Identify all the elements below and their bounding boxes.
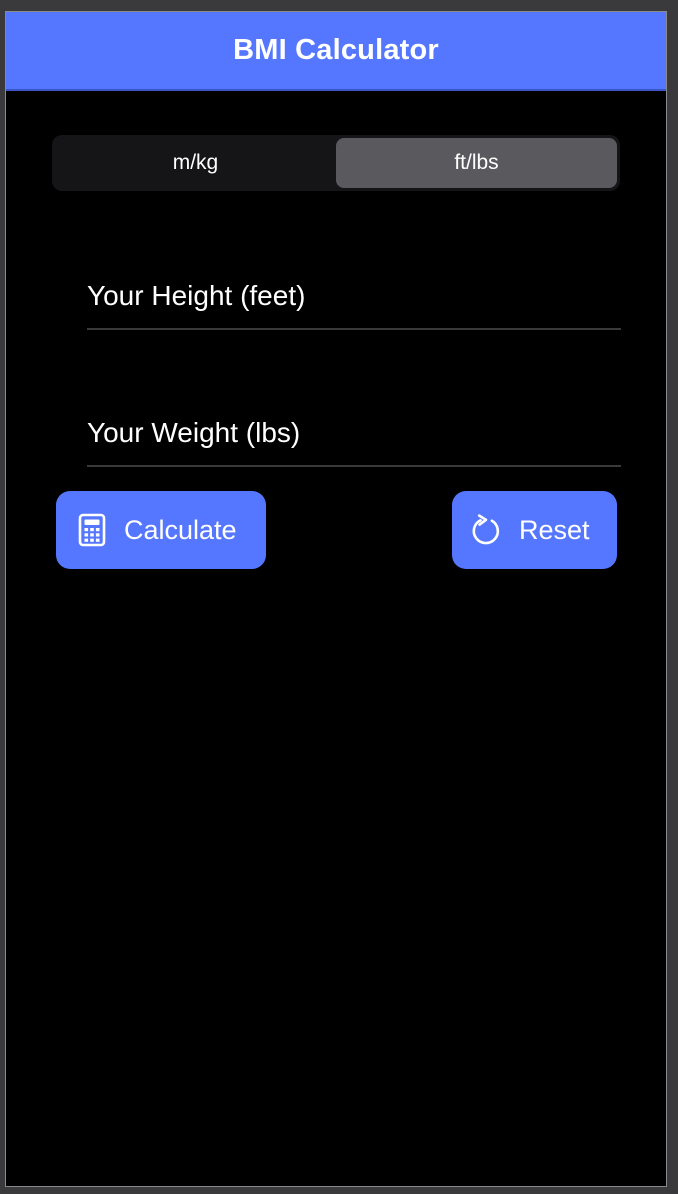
calculator-icon <box>78 513 106 547</box>
segment-imperial-label: ft/lbs <box>454 151 499 174</box>
calculate-button[interactable]: Calculate <box>56 491 266 569</box>
reset-button[interactable]: Reset <box>452 491 617 569</box>
app-window: BMI Calculator m/kg ft/lbs Your Height (… <box>5 11 667 1187</box>
height-input[interactable] <box>87 268 621 328</box>
height-field <box>87 268 621 330</box>
weight-field <box>87 405 621 467</box>
unit-segmented-control: m/kg ft/lbs <box>52 135 620 191</box>
segment-imperial[interactable]: ft/lbs <box>336 138 617 188</box>
weight-input[interactable] <box>87 405 621 465</box>
segment-metric-label: m/kg <box>172 151 219 174</box>
navigation-bar: BMI Calculator <box>6 12 666 91</box>
reset-button-label: Reset <box>519 514 590 545</box>
calculate-button-label: Calculate <box>124 514 237 545</box>
reload-icon <box>471 513 503 547</box>
page-title: BMI Calculator <box>233 34 439 66</box>
segment-metric[interactable]: m/kg <box>55 138 336 188</box>
